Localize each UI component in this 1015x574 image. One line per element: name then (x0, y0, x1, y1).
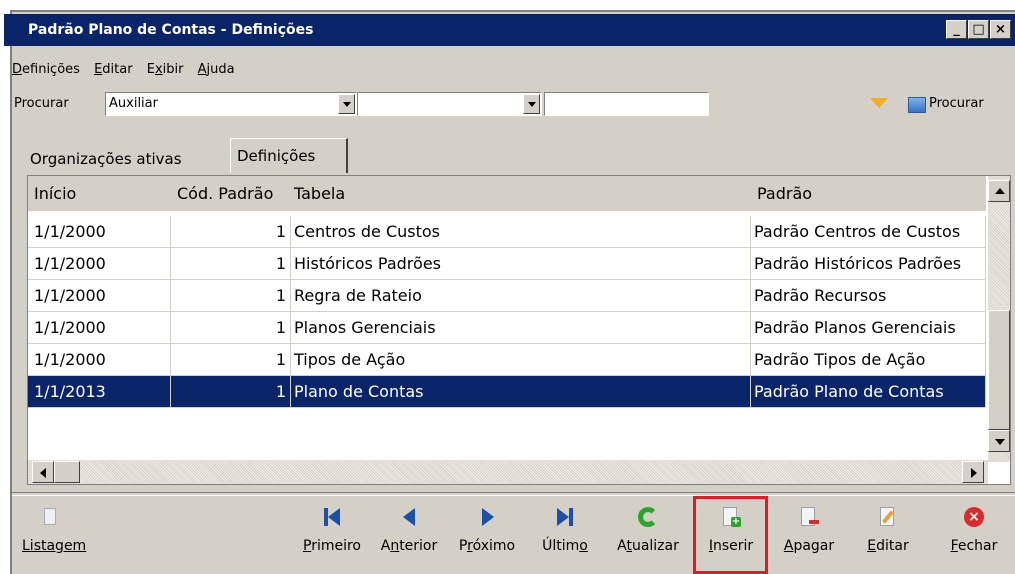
first-record-icon (321, 506, 343, 528)
apagar-button[interactable]: Apagar (778, 500, 840, 566)
vertical-scroll-thumb[interactable] (988, 310, 1010, 430)
toolbar-divider (12, 492, 1015, 496)
delete-document-icon (798, 506, 820, 528)
definitions-table: Início Cód. Padrão Tabela Padrão 1/1/200… (27, 175, 1011, 485)
minimize-button[interactable]: _ (946, 20, 967, 39)
table-row[interactable]: 1/1/2000 1 Tipos de Ação Padrão Tipos de… (28, 344, 986, 376)
filter-icon[interactable] (870, 98, 888, 108)
search-field-combo[interactable]: Auxiliar (105, 92, 357, 116)
maximize-button[interactable]: □ (968, 20, 989, 39)
next-record-icon (476, 506, 498, 528)
ultimo-button[interactable]: Último (530, 500, 600, 566)
edit-document-icon (877, 506, 899, 528)
previous-record-icon (398, 506, 420, 528)
menu-exibir[interactable]: Exibir (147, 62, 184, 77)
close-icon: × (963, 506, 985, 528)
table-row[interactable]: 1/1/2000 1 Regra de Rateio Padrão Recurs… (28, 280, 986, 312)
tab-definicoes[interactable]: Definições (230, 138, 348, 173)
search-operator-combo[interactable] (357, 92, 542, 116)
refresh-icon (637, 506, 659, 528)
editar-button[interactable]: Editar (860, 500, 916, 566)
anterior-button[interactable]: Anterior (374, 500, 444, 566)
document-list-icon (39, 506, 61, 528)
horizontal-scroll-thumb[interactable] (54, 461, 80, 483)
tab-organizacoes-ativas[interactable]: Organizações ativas (24, 146, 229, 172)
atualizar-button[interactable]: Atualizar (612, 500, 684, 566)
search-icon (908, 97, 926, 113)
scroll-right-button[interactable] (962, 461, 984, 483)
search-input[interactable] (544, 92, 709, 116)
primeiro-button[interactable]: Primeiro (297, 500, 367, 566)
menu-bar: Definições Editar Exibir Ajuda (12, 62, 245, 82)
menu-definicoes[interactable]: Definições (12, 62, 80, 77)
table-row-selected[interactable]: 1/1/2013 1 Plano de Contas Padrão Plano … (28, 376, 986, 408)
close-window-button[interactable]: × (990, 20, 1011, 39)
search-label: Procurar (14, 96, 69, 111)
column-header-cod-padrao[interactable]: Cód. Padrão (171, 176, 291, 211)
table-row[interactable]: 1/1/2000 1 Históricos Padrões Padrão His… (28, 248, 986, 280)
listagem-button[interactable]: Listagem (22, 500, 86, 566)
table-header: Início Cód. Padrão Tabela Padrão (28, 176, 986, 211)
table-row[interactable]: 1/1/2000 1 Planos Gerenciais Padrão Plan… (28, 312, 986, 344)
fechar-button[interactable]: × Fechar (944, 500, 1004, 566)
inserir-highlight-box (693, 496, 768, 574)
table-row[interactable]: 1/1/2000 1 Centros de Custos Padrão Cent… (28, 216, 986, 248)
chevron-down-icon[interactable] (338, 94, 355, 114)
vertical-scrollbar[interactable] (988, 176, 1010, 462)
scroll-up-button[interactable] (988, 180, 1010, 202)
search-field-value: Auxiliar (109, 96, 158, 111)
scroll-down-button[interactable] (988, 430, 1010, 452)
column-header-padrao[interactable]: Padrão (751, 176, 986, 211)
column-header-tabela[interactable]: Tabela (291, 176, 751, 211)
menu-editar[interactable]: Editar (94, 62, 133, 77)
chevron-down-icon[interactable] (523, 94, 540, 114)
menu-ajuda[interactable]: Ajuda (198, 62, 235, 77)
window-title: Padrão Plano de Contas - Definições (28, 22, 314, 38)
menu-definicoes-rest: efinições (22, 62, 80, 77)
proximo-button[interactable]: Próximo (452, 500, 522, 566)
horizontal-scrollbar[interactable] (28, 460, 988, 484)
scroll-left-button[interactable] (32, 461, 54, 483)
search-bar: Procurar Auxiliar Procurar (12, 92, 1015, 120)
last-record-icon (554, 506, 576, 528)
search-button-label: Procurar (929, 96, 984, 111)
column-header-inicio[interactable]: Início (28, 176, 171, 211)
